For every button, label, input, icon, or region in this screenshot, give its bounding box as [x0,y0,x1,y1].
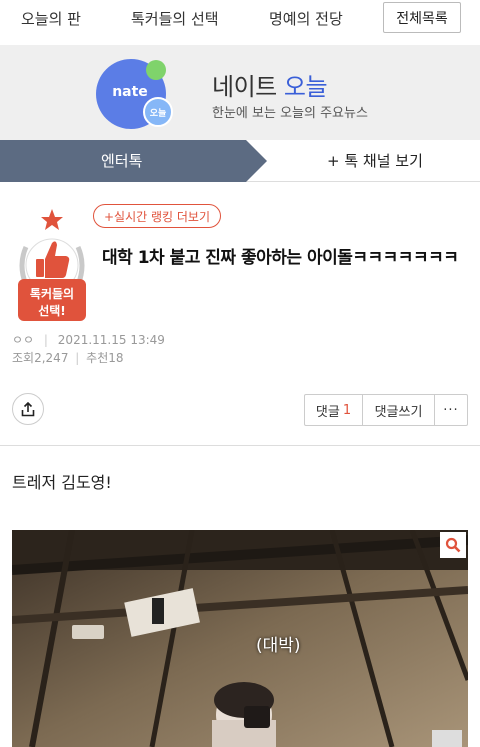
recommend-label: 추천 [86,351,109,365]
write-comment-button[interactable]: 댓글쓰기 [363,395,435,425]
zoom-button[interactable] [440,532,466,558]
brand-title-main: 네이트 [212,73,277,101]
comment-button[interactable]: 댓글 1 [305,395,363,425]
talkers-choice-badge: 톡커들의 선택! [12,207,92,325]
article-meta-stats: 조회2,247 | 추천18 [12,349,124,366]
all-list-button[interactable]: 전체목록 [383,2,461,33]
meta-separator: | [75,351,80,365]
share-icon [21,401,35,416]
share-button[interactable] [12,393,44,425]
brand-subtitle: 한눈에 보는 오늘의 주요뉴스 [212,106,368,121]
badge-text-line2: 선택! [38,304,66,318]
tab-enter-talk[interactable]: 엔터톡 [0,140,267,182]
realtime-ranking-more-button[interactable]: +실시간 랭킹 더보기 [93,204,222,228]
nav-today-pan[interactable]: 오늘의 판 [21,8,81,29]
nav-hall-of-fame[interactable]: 명예의 전당 [269,8,343,29]
nate-logo-dot [146,60,166,80]
search-icon [445,537,461,553]
today-logo-badge: 오늘 [143,97,173,127]
tab-enter-talk-label: 엔터톡 [101,152,143,170]
channel-tabs: 엔터톡 + 톡 채널 보기 [0,140,480,182]
top-nav: 오늘의 판 톡커들의 선택 명예의 전당 전체목록 [0,0,480,38]
article-author: ㅇㅇ [12,333,35,347]
more-options-button[interactable]: ··· [435,395,467,425]
article-meta-author-date: ㅇㅇ | 2021.11.15 13:49 [12,331,165,348]
comment-count: 1 [342,402,352,418]
tab-channel-view[interactable]: + 톡 채널 보기 [327,150,423,171]
meta-separator: | [43,333,48,347]
image-caption: (대박) [256,636,301,656]
article-date: 2021.11.15 13:49 [57,333,165,347]
comment-actions: 댓글 1 댓글쓰기 ··· [304,394,468,426]
views-count: 2,247 [34,351,69,365]
views-label: 조회 [12,351,35,365]
article-image[interactable]: (대박) [12,530,468,747]
article-title: 대학 1차 붙고 진짜 좋아하는 아이돌ㅋㅋㅋㅋㅋㅋㅋ [102,248,459,268]
brand-title-accent: 오늘 [283,73,328,101]
brand-title: 네이트 오늘 [212,67,328,102]
nav-talkers-choice[interactable]: 톡커들의 선택 [131,8,219,29]
article-photo [12,530,468,747]
recommend-count: 18 [108,351,124,365]
nate-logo: nate 오늘 [96,59,173,131]
section-divider [0,445,480,446]
badge-text-line1: 톡커들의 [29,287,75,301]
article-body-text: 트레저 김도영! [12,473,112,492]
comment-label: 댓글 [315,404,340,420]
nate-today-banner[interactable]: nate 오늘 네이트 오늘 한눈에 보는 오늘의 주요뉴스 [0,45,480,140]
